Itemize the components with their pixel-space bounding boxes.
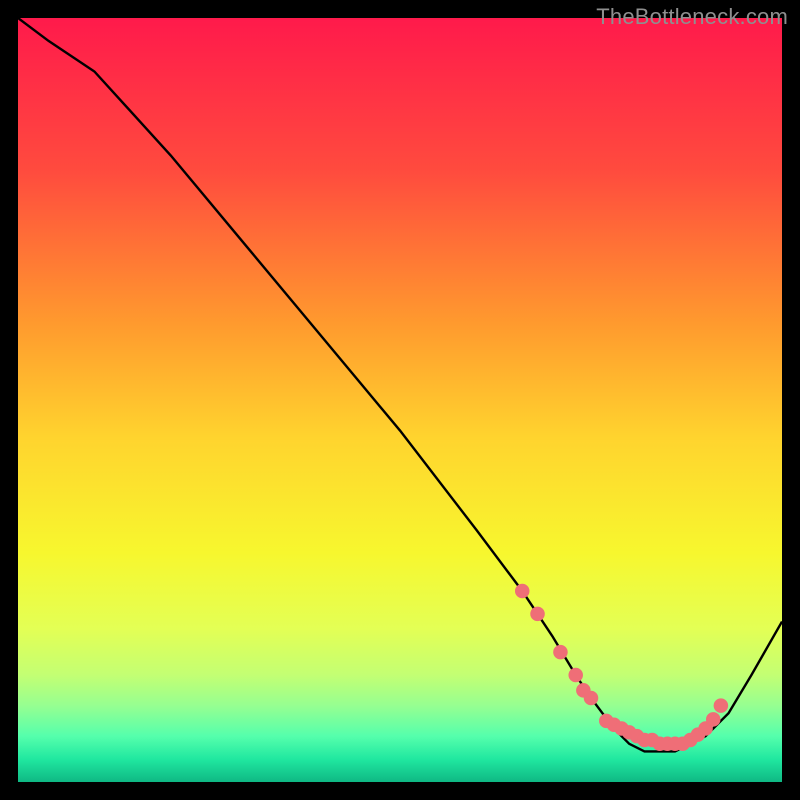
marker-point (584, 691, 599, 706)
plot-area (18, 18, 782, 782)
watermark-text: TheBottleneck.com (596, 4, 788, 30)
chart-curve (18, 18, 782, 782)
marker-point (568, 668, 583, 683)
marker-point (553, 645, 568, 660)
marker-point (706, 712, 721, 727)
marker-point (515, 584, 530, 599)
marker-point (714, 698, 729, 713)
bottleneck-line (18, 18, 782, 751)
chart-stage: TheBottleneck.com (0, 0, 800, 800)
marker-point (530, 607, 545, 622)
highlight-markers (515, 584, 728, 751)
